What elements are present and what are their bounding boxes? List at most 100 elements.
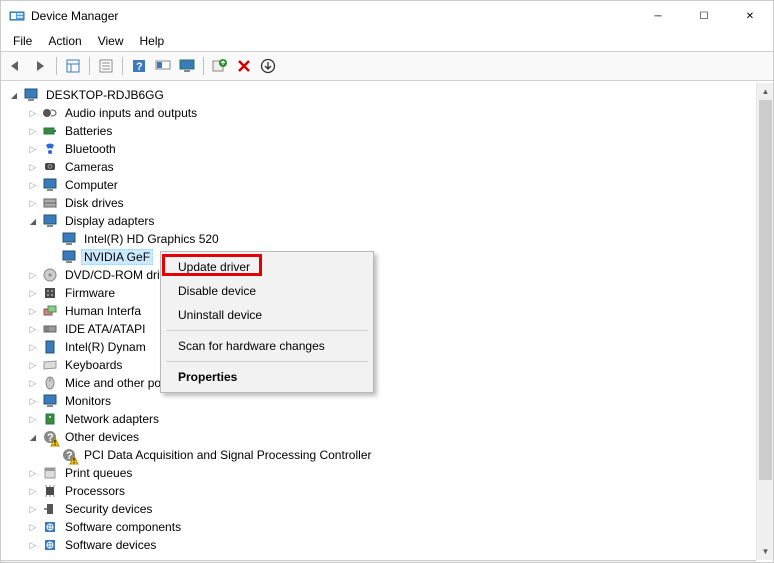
back-button[interactable] [5, 55, 27, 77]
tree-category-node[interactable]: Disk drives [26, 194, 773, 212]
expand-toggle-icon[interactable] [26, 196, 40, 210]
properties-button[interactable] [95, 55, 117, 77]
context-menu-item[interactable]: Properties [164, 365, 370, 389]
category-icon [42, 321, 58, 337]
category-label: IDE ATA/ATAPI [62, 321, 148, 337]
expand-toggle-icon[interactable] [26, 358, 40, 372]
scroll-up-button[interactable]: ▲ [757, 83, 774, 100]
expand-toggle-icon[interactable] [26, 142, 40, 156]
update-button[interactable] [257, 55, 279, 77]
category-icon [42, 519, 58, 535]
uninstall-button[interactable] [233, 55, 255, 77]
tree-category-node[interactable]: Software devices [26, 536, 773, 554]
close-button[interactable]: ✕ [727, 1, 773, 31]
tree-category-node[interactable]: Security devices [26, 500, 773, 518]
category-icon [42, 123, 58, 139]
category-icon [42, 195, 58, 211]
tree-category-node[interactable]: Computer [26, 176, 773, 194]
tree-category-node[interactable]: Mice and other pointing devices [26, 374, 773, 392]
expand-toggle-icon[interactable] [26, 214, 40, 228]
show-hidden-button[interactable] [62, 55, 84, 77]
device-icon [61, 249, 77, 265]
expand-toggle-icon[interactable] [26, 412, 40, 426]
expand-toggle-icon[interactable] [26, 502, 40, 516]
expand-toggle-icon[interactable] [26, 466, 40, 480]
menu-help[interactable]: Help [132, 32, 173, 50]
expand-toggle-icon[interactable] [26, 304, 40, 318]
tree-category-node[interactable]: Software components [26, 518, 773, 536]
category-icon [42, 375, 58, 391]
expand-toggle-icon[interactable] [26, 484, 40, 498]
expand-toggle-icon[interactable] [26, 178, 40, 192]
tree-category-node[interactable]: Firmware [26, 284, 773, 302]
category-label: Display adapters [62, 213, 157, 229]
expand-toggle-icon[interactable] [26, 520, 40, 534]
category-label: Software devices [62, 537, 159, 553]
expand-toggle-icon[interactable] [26, 160, 40, 174]
minimize-button[interactable]: ─ [635, 1, 681, 31]
category-icon [42, 105, 58, 121]
monitor-button[interactable] [176, 55, 198, 77]
tree-category-node[interactable]: Network adapters [26, 410, 773, 428]
menu-action[interactable]: Action [40, 32, 89, 50]
category-icon [42, 465, 58, 481]
tree-category-node[interactable]: ? Other devices [26, 428, 773, 446]
scrollbar[interactable]: ▲ ▼ [756, 83, 773, 560]
device-tree-panel[interactable]: DESKTOP-RDJB6GG Audio inputs and outputs… [1, 81, 773, 560]
context-menu-item[interactable]: Uninstall device [164, 303, 370, 327]
tree-category-node[interactable]: Cameras [26, 158, 773, 176]
context-menu-item[interactable]: Scan for hardware changes [164, 334, 370, 358]
expand-toggle-icon[interactable] [26, 322, 40, 336]
scroll-down-button[interactable]: ▼ [757, 543, 774, 560]
expand-toggle-icon[interactable] [26, 286, 40, 300]
scan-button[interactable] [209, 55, 231, 77]
scroll-thumb[interactable] [759, 100, 772, 480]
tree-category-node[interactable]: Human Interfa [26, 302, 773, 320]
expand-toggle-icon[interactable] [26, 124, 40, 138]
tree-category-node[interactable]: Batteries [26, 122, 773, 140]
help-button[interactable]: ? [128, 55, 150, 77]
category-icon: ? [42, 429, 58, 445]
tree-category-node[interactable]: IDE ATA/ATAPI [26, 320, 773, 338]
tree-category-node[interactable]: Bluetooth [26, 140, 773, 158]
device-label: NVIDIA GeF [81, 249, 153, 265]
expand-toggle-icon[interactable] [26, 340, 40, 354]
toolbar-separator [56, 57, 57, 75]
tree-root-node[interactable]: DESKTOP-RDJB6GG [7, 86, 773, 104]
expand-toggle-icon[interactable] [7, 88, 21, 102]
tree-category-node[interactable]: Monitors [26, 392, 773, 410]
category-label: Intel(R) Dynam [62, 339, 149, 355]
expand-toggle-icon[interactable] [26, 430, 40, 444]
category-label: Other devices [62, 429, 142, 445]
category-label: Security devices [62, 501, 155, 517]
tree-category-node[interactable]: Processors [26, 482, 773, 500]
category-icon [42, 159, 58, 175]
tree-category-node[interactable]: DVD/CD-ROM drives [26, 266, 773, 284]
expand-toggle-icon[interactable] [26, 376, 40, 390]
expand-toggle-icon[interactable] [26, 538, 40, 552]
menu-view[interactable]: View [90, 32, 132, 50]
tree-category-node[interactable]: Display adapters [26, 212, 773, 230]
expand-toggle-icon[interactable] [26, 394, 40, 408]
toolbar-separator [203, 57, 204, 75]
expand-toggle-icon[interactable] [26, 268, 40, 282]
category-label: Disk drives [62, 195, 127, 211]
view-button[interactable] [152, 55, 174, 77]
tree-category-node[interactable]: Keyboards [26, 356, 773, 374]
tree-category-node[interactable]: Audio inputs and outputs [26, 104, 773, 122]
maximize-button[interactable]: ☐ [681, 1, 727, 31]
category-label: Keyboards [62, 357, 125, 373]
menu-file[interactable]: File [5, 32, 40, 50]
tree-device-node[interactable]: Intel(R) HD Graphics 520 [45, 230, 773, 248]
tree-category-node[interactable]: Print queues [26, 464, 773, 482]
context-menu-item[interactable]: Disable device [164, 279, 370, 303]
context-menu-item[interactable]: Update driver [164, 255, 370, 279]
tree-category-node[interactable]: Intel(R) Dynam [26, 338, 773, 356]
root-label: DESKTOP-RDJB6GG [43, 87, 167, 103]
expand-toggle-icon[interactable] [26, 106, 40, 120]
category-label: Network adapters [62, 411, 162, 427]
device-label: PCI Data Acquisition and Signal Processi… [81, 447, 374, 463]
forward-button[interactable] [29, 55, 51, 77]
tree-device-node[interactable]: ? PCI Data Acquisition and Signal Proces… [45, 446, 773, 464]
tree-device-node[interactable]: NVIDIA GeF [45, 248, 773, 266]
